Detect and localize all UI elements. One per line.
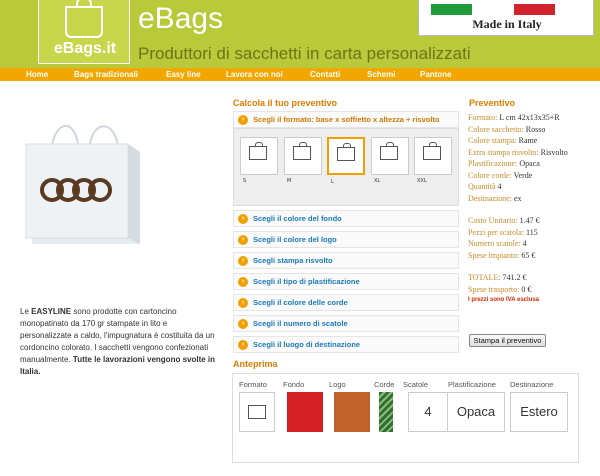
quote-row: Colore sacchetto: Rosso <box>468 124 546 134</box>
site-logo[interactable]: eBags.it <box>38 0 130 64</box>
made-in-italy-text: Made in Italy <box>472 17 542 31</box>
step-stampa-risvolto[interactable]: › Scegli stampa risvolto <box>233 252 459 269</box>
quote-row: Destinazione: ex <box>468 193 522 203</box>
step-formato[interactable]: › Scegli il formato: base x soffietto x … <box>233 111 459 128</box>
preview-destinazione: Estero <box>510 392 568 432</box>
quote-row: Formato: L cm 42x13x35+R <box>468 113 560 122</box>
quote-title: Preventivo <box>469 98 516 108</box>
quote-row: Quantità 4 <box>468 182 502 191</box>
configurator-steps: › Scegli il formato: base x soffietto x … <box>233 111 459 357</box>
italian-flag-icon <box>431 4 555 15</box>
nav-lavora-con-noi[interactable]: Lavora con noi <box>226 68 283 81</box>
nav-home[interactable]: Home <box>26 68 48 81</box>
brand-name: eBags <box>138 2 224 35</box>
arrow-icon: › <box>238 276 248 287</box>
nav-schemi[interactable]: Schemi <box>367 68 395 81</box>
arrow-icon: › <box>238 114 248 125</box>
cost-row: Costo Unitario: 1.47 € <box>468 216 540 225</box>
preview-header-scatole: Scatole <box>403 380 429 389</box>
step-colore-logo[interactable]: › Scegli il colore del logo <box>233 231 459 248</box>
step-colore-fondo[interactable]: › Scegli il colore del fondo <box>233 210 459 227</box>
preview-panel: Formato Fondo Logo Corde Scatole Plastif… <box>232 373 579 463</box>
preview-header-corde: Corde <box>374 380 395 389</box>
format-option-xxl[interactable]: XXL <box>414 137 452 184</box>
preview-header-formato: Formato <box>239 380 267 389</box>
cost-row: Spese impianto: 65 € <box>468 250 536 260</box>
main-nav: Home Bags tradizionali Easy line Lavora … <box>0 68 600 81</box>
step-plastificazione[interactable]: › Scegli il tipo di plastificazione <box>233 273 459 290</box>
arrow-icon: › <box>238 318 248 329</box>
preview-logo-swatch <box>334 392 370 432</box>
cost-row: Pezzi per scatola: 115 <box>468 227 538 237</box>
arrow-icon: › <box>238 234 248 245</box>
format-option-m[interactable]: M <box>284 137 322 184</box>
preview-formato <box>239 392 275 432</box>
quote-row: Colore stampa: Rame <box>468 136 538 145</box>
preview-header-logo: Logo <box>329 380 346 389</box>
tagline: Produttori di sacchetti in carta persona… <box>138 44 471 63</box>
nav-pantone[interactable]: Pantone <box>420 68 452 81</box>
preview-title: Anteprima <box>233 359 278 369</box>
arrow-icon: › <box>238 339 248 350</box>
step-luogo-destinazione[interactable]: › Scegli il luogo di destinazione <box>233 336 459 353</box>
quote-row: Colore corde: Verde <box>468 170 533 180</box>
cost-row: Numero scatole: 4 <box>468 239 527 248</box>
preview-plastificazione: Opaca <box>447 392 505 432</box>
quote-row: Plastificazione: Opaca <box>468 159 540 168</box>
nav-easy-line[interactable]: Easy line <box>166 68 201 81</box>
step-numero-scatole[interactable]: › Scegli il numero di scatole <box>233 315 459 332</box>
step-colore-corde[interactable]: › Scegli il colore delle corde <box>233 294 459 311</box>
preview-fondo-swatch <box>287 392 323 432</box>
preview-header-fondo: Fondo <box>283 380 305 389</box>
bag-product-image <box>25 124 140 244</box>
configurator-title: Calcola il tuo preventivo <box>233 98 338 108</box>
total-row: Spese trasporto: 0 € <box>468 284 532 294</box>
format-option-l[interactable]: L <box>327 137 365 185</box>
made-in-italy-badge: Made in Italy <box>418 0 594 36</box>
site-header: eBags.it eBags Produttori di sacchetti i… <box>0 0 600 68</box>
preview-scatole: 4 <box>408 392 448 432</box>
logo-text: eBags.it <box>53 40 117 57</box>
format-panel: S M L XL XXL <box>233 128 459 206</box>
vat-note: I prezzi sono IVA esclusa <box>468 297 540 303</box>
arrow-icon: › <box>238 255 248 266</box>
print-quote-button[interactable]: Stampa il preventivo <box>469 334 546 347</box>
preview-header-plastificazione: Plastificazione <box>448 380 496 389</box>
bag-logo-icon <box>65 0 103 38</box>
arrow-icon: › <box>238 297 248 308</box>
nav-bags-tradizionali[interactable]: Bags tradizionali <box>74 68 138 81</box>
quote-summary: Formato: L cm 42x13x35+R Colore sacchett… <box>468 112 598 307</box>
nav-contatti[interactable]: Contatti <box>310 68 340 81</box>
format-option-s[interactable]: S <box>240 137 278 184</box>
preview-header-destinazione: Destinazione <box>510 380 554 389</box>
quote-row: Extra stampa risvolto: Risvolto <box>468 147 568 157</box>
total-row: TOTALE: 741.2 € <box>468 273 527 282</box>
format-option-xl[interactable]: XL <box>371 137 409 184</box>
preview-corde-swatch <box>379 392 393 432</box>
product-description: Le EASYLINE sono prodotte con cartoncino… <box>20 307 216 376</box>
arrow-icon: › <box>238 213 248 224</box>
